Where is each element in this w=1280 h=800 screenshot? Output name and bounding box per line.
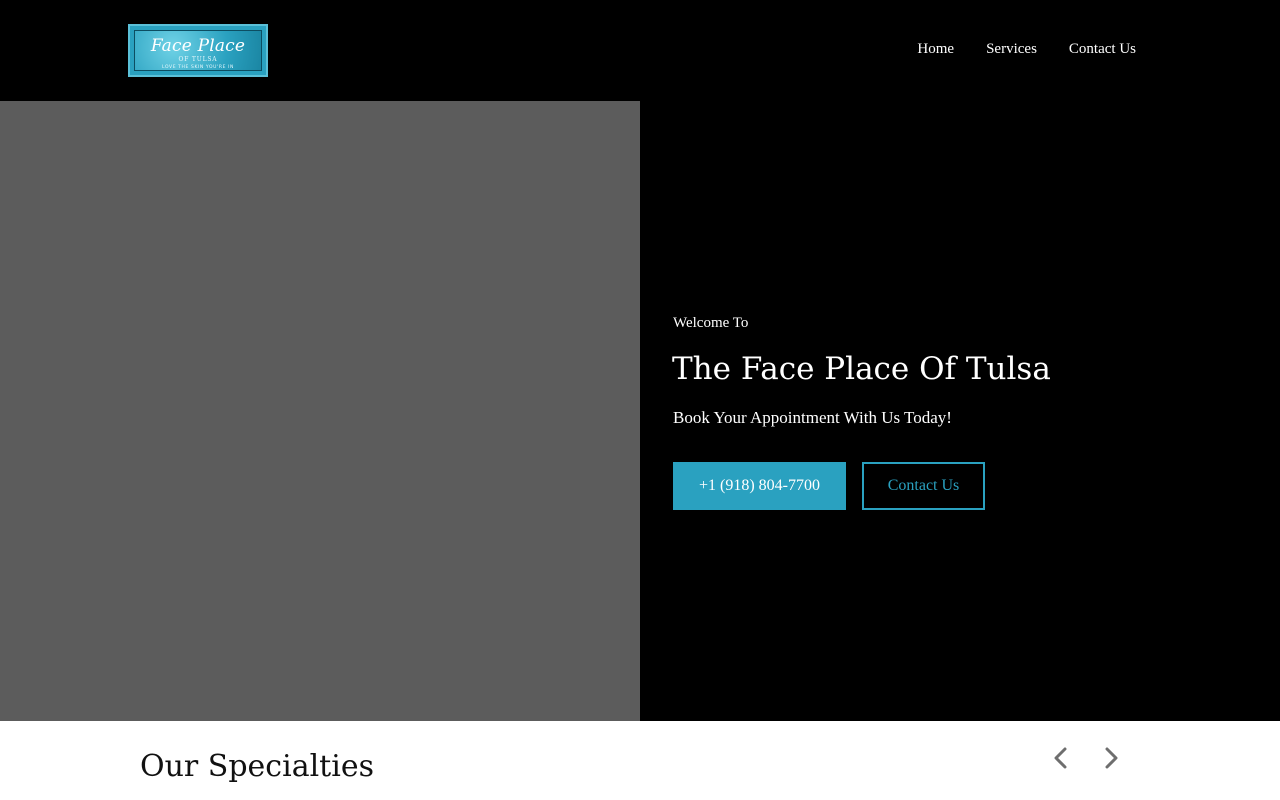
hero-section: Welcome To The Face Place Of Tulsa Book … — [0, 101, 1280, 721]
nav-contact-us[interactable]: Contact Us — [1069, 39, 1136, 59]
site-header: Face Place OF TULSA LOVE THE SKIN YOU'RE… — [0, 0, 1280, 101]
chevron-right-icon — [1105, 747, 1118, 769]
main-nav: Home Services Contact Us — [917, 39, 1136, 59]
specialties-title: Our Specialties — [140, 749, 374, 784]
hero-welcome-text: Welcome To — [673, 315, 749, 331]
nav-services[interactable]: Services — [986, 39, 1037, 59]
hero-image-placeholder — [0, 101, 640, 721]
hero-title: The Face Place Of Tulsa — [672, 351, 1051, 387]
logo-title: Face Place — [150, 36, 246, 56]
carousel-prev-button[interactable] — [1049, 745, 1075, 771]
carousel-next-button[interactable] — [1097, 745, 1123, 771]
logo-tagline: LOVE THE SKIN YOU'RE IN — [162, 65, 234, 70]
contact-us-button[interactable]: Contact Us — [862, 462, 985, 510]
logo-subtitle: OF TULSA — [178, 56, 218, 63]
chevron-left-icon — [1054, 747, 1067, 769]
phone-call-button[interactable]: +1 (918) 804-7700 — [673, 462, 846, 510]
hero-text-panel: Welcome To The Face Place Of Tulsa Book … — [640, 101, 1280, 721]
hero-subtitle: Book Your Appointment With Us Today! — [673, 408, 952, 427]
logo-badge: Face Place OF TULSA LOVE THE SKIN YOU'RE… — [134, 30, 262, 71]
nav-home[interactable]: Home — [917, 39, 954, 59]
site-logo[interactable]: Face Place OF TULSA LOVE THE SKIN YOU'RE… — [128, 24, 268, 77]
specialties-section: Our Specialties — [0, 721, 1280, 800]
